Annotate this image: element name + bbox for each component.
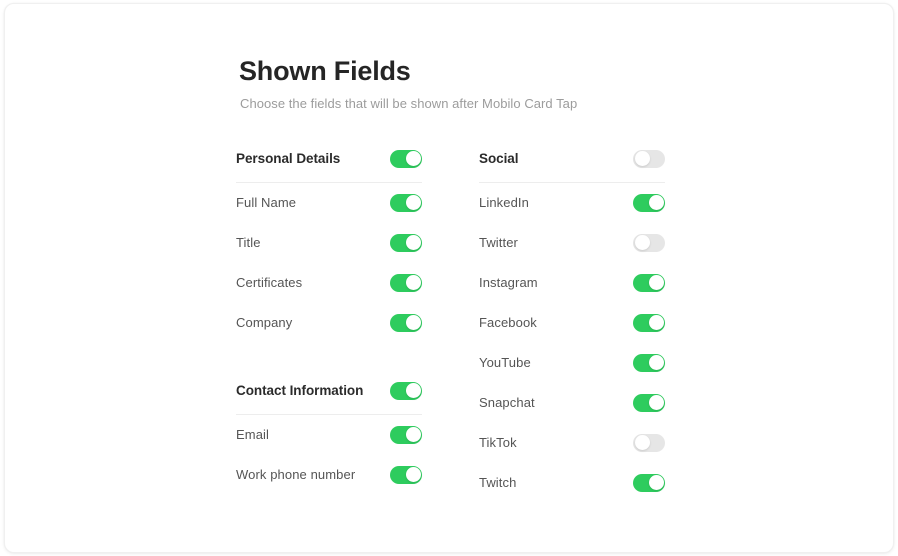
toggle-tiktok[interactable] (633, 433, 665, 452)
toggle-knob (648, 355, 664, 371)
toggle-linkedin[interactable] (633, 193, 665, 212)
toggle-knob (648, 315, 664, 331)
toggle-knob (648, 275, 664, 291)
column-right: Social LinkedIn Twitter Instagram Facebook Yo… (479, 145, 665, 503)
toggle-snapchat[interactable] (633, 393, 665, 412)
page-subtitle: Choose the fields that will be shown aft… (240, 96, 578, 112)
toggle-work-phone-number[interactable] (390, 465, 422, 484)
field-label: Work phone number (236, 467, 356, 483)
field-label: Instagram (479, 275, 538, 291)
group-header-label: Personal Details (236, 151, 341, 167)
field-label: TikTok (479, 435, 517, 451)
field-row-email[interactable]: Email (236, 415, 422, 455)
toggle-contact-information[interactable] (390, 381, 422, 400)
group-header-label: Contact Information (236, 383, 364, 399)
field-row-certificates[interactable]: Certificates (236, 263, 422, 303)
toggle-knob (405, 235, 421, 251)
group-header-personal-details[interactable]: Personal Details (236, 145, 422, 173)
field-row-instagram[interactable]: Instagram (479, 263, 665, 303)
page-title: Shown Fields (239, 56, 411, 86)
field-label: Snapchat (479, 395, 535, 411)
toggle-twitch[interactable] (633, 473, 665, 492)
field-label: Full Name (236, 195, 297, 211)
toggle-personal-details[interactable] (390, 149, 422, 168)
toggle-twitter[interactable] (633, 233, 665, 252)
field-row-snapchat[interactable]: Snapchat (479, 383, 665, 423)
toggle-certificates[interactable] (390, 273, 422, 292)
toggle-youtube[interactable] (633, 353, 665, 372)
field-group-contact-information: Contact Information Email Work phone numbe… (236, 377, 422, 495)
settings-card: Shown Fields Choose the fields that will… (4, 3, 894, 553)
toggle-title[interactable] (390, 233, 422, 252)
field-row-facebook[interactable]: Facebook (479, 303, 665, 343)
column-left: Personal Details Full Name Title Certificat… (236, 145, 422, 503)
field-row-youtube[interactable]: YouTube (479, 343, 665, 383)
group-header-social[interactable]: Social (479, 145, 665, 173)
field-row-company[interactable]: Company (236, 303, 422, 343)
toggle-knob (634, 235, 650, 251)
toggle-instagram[interactable] (633, 273, 665, 292)
toggle-knob (405, 151, 421, 167)
field-label: Twitter (479, 235, 518, 251)
field-label: Email (236, 427, 270, 443)
field-label: Certificates (236, 275, 303, 291)
field-group-social: Social LinkedIn Twitter Instagram Facebook Yo… (479, 145, 665, 503)
field-row-linkedin[interactable]: LinkedIn (479, 183, 665, 223)
toggle-knob (405, 275, 421, 291)
page-background: Shown Fields Choose the fields that will… (0, 0, 898, 556)
toggle-full-name[interactable] (390, 193, 422, 212)
field-row-title[interactable]: Title (236, 223, 422, 263)
toggle-email[interactable] (390, 425, 422, 444)
field-label: Company (236, 315, 293, 331)
field-label: LinkedIn (479, 195, 529, 211)
toggle-knob (405, 195, 421, 211)
toggle-knob (405, 315, 421, 331)
field-row-tiktok[interactable]: TikTok (479, 423, 665, 463)
field-label: Title (236, 235, 261, 251)
field-columns: Personal Details Full Name Title Certificat… (236, 145, 676, 503)
group-header-contact-information[interactable]: Contact Information (236, 377, 422, 405)
toggle-social[interactable] (633, 149, 665, 168)
field-row-twitch[interactable]: Twitch (479, 463, 665, 503)
field-label: Facebook (479, 315, 537, 331)
field-row-full-name[interactable]: Full Name (236, 183, 422, 223)
toggle-knob (405, 467, 421, 483)
field-row-work-phone-number[interactable]: Work phone number (236, 455, 422, 495)
toggle-company[interactable] (390, 313, 422, 332)
toggle-knob (648, 395, 664, 411)
toggle-knob (405, 383, 421, 399)
field-label: YouTube (479, 355, 531, 371)
toggle-facebook[interactable] (633, 313, 665, 332)
group-header-label: Social (479, 151, 519, 167)
shown-fields-panel: Shown Fields Choose the fields that will… (236, 56, 676, 503)
field-group-personal-details: Personal Details Full Name Title Certificat… (236, 145, 422, 343)
toggle-knob (405, 427, 421, 443)
toggle-knob (648, 195, 664, 211)
toggle-knob (634, 151, 650, 167)
field-label: Twitch (479, 475, 517, 491)
toggle-knob (634, 435, 650, 451)
toggle-knob (648, 475, 664, 491)
field-row-twitter[interactable]: Twitter (479, 223, 665, 263)
